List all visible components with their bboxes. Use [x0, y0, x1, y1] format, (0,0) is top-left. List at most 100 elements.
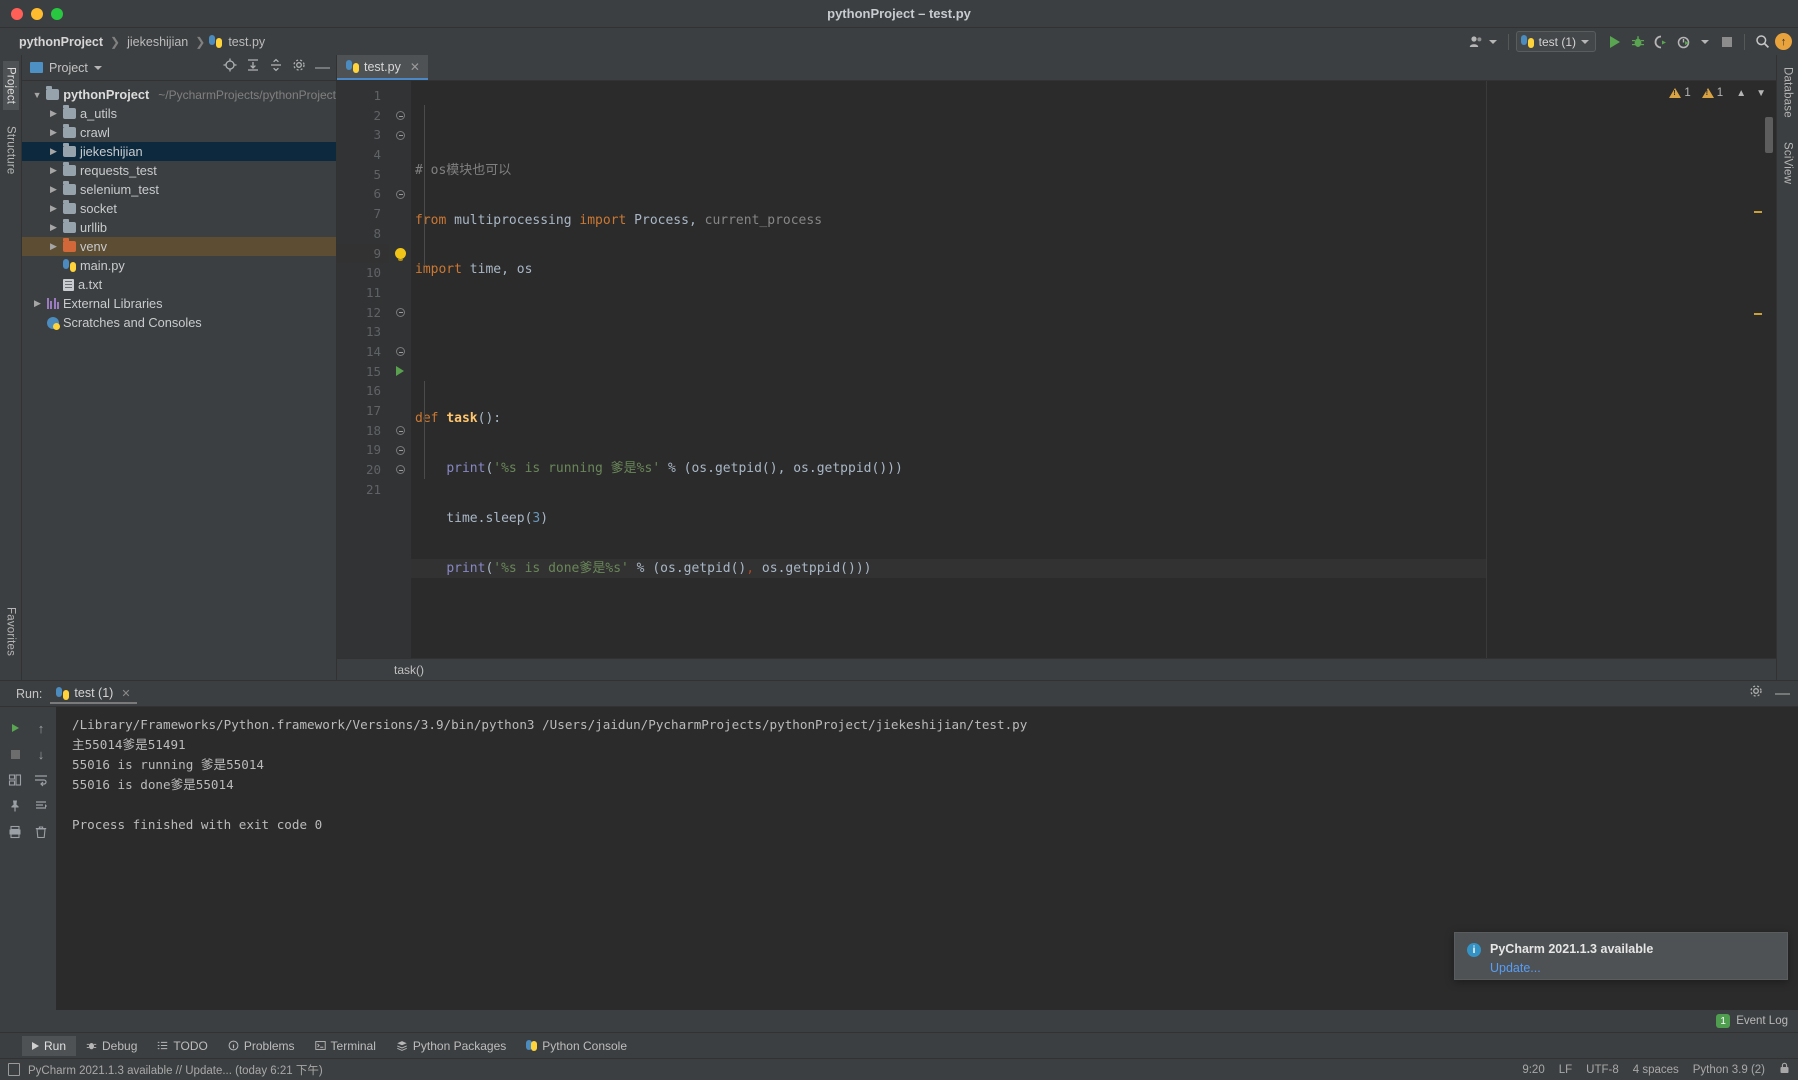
- code-line-9[interactable]: print('%s is done爹是%s' % (os.getpid(), o…: [411, 559, 1486, 579]
- chevron-right-icon[interactable]: ▶: [32, 298, 43, 309]
- user-account-dropdown-icon[interactable]: [1489, 40, 1497, 44]
- inspection-tick[interactable]: [1754, 313, 1762, 315]
- file-encoding[interactable]: UTF-8: [1586, 1064, 1619, 1076]
- status-message[interactable]: PyCharm 2021.1.3 available // Update... …: [28, 1062, 323, 1078]
- soft-wrap-button[interactable]: [28, 767, 54, 793]
- tool-window-python-packages[interactable]: Python Packages: [386, 1036, 516, 1056]
- chevron-right-icon[interactable]: ▶: [48, 184, 59, 195]
- code-line-4[interactable]: [411, 310, 1486, 330]
- code-line-1[interactable]: # os模块也可以: [411, 161, 1486, 181]
- close-window-button[interactable]: [11, 8, 23, 20]
- scroll-down-button[interactable]: ↓: [28, 741, 54, 767]
- expand-all-icon[interactable]: [246, 58, 260, 77]
- profile-dropdown-icon[interactable]: [1701, 40, 1709, 44]
- profile-button[interactable]: [1673, 31, 1694, 52]
- tree-node-main-py[interactable]: main.py: [22, 256, 336, 275]
- sidebar-tab-database[interactable]: Database: [1780, 61, 1796, 124]
- tab-test-py[interactable]: test.py ✕: [337, 55, 428, 80]
- event-log-label[interactable]: Event Log: [1736, 1015, 1788, 1027]
- settings-gear-icon[interactable]: [1749, 684, 1763, 703]
- fold-marker[interactable]: [389, 303, 411, 323]
- tool-window-todo[interactable]: TODO: [147, 1036, 217, 1056]
- notification-update-link[interactable]: Update...: [1490, 961, 1653, 975]
- run-configuration-selector[interactable]: test (1): [1516, 31, 1596, 52]
- sidebar-tab-favorites[interactable]: Favorites: [3, 601, 19, 662]
- settings-gear-icon[interactable]: [292, 58, 306, 77]
- close-run-tab-icon[interactable]: ✕: [121, 687, 130, 700]
- breadcrumb-item-folder[interactable]: jiekeshijian: [124, 34, 191, 50]
- fold-marker[interactable]: [389, 106, 411, 126]
- locate-file-icon[interactable]: [223, 58, 237, 77]
- weak-warning-count[interactable]: 1: [1702, 87, 1723, 99]
- rerun-button[interactable]: [2, 715, 28, 741]
- code-content[interactable]: # os模块也可以 from multiprocessing import Pr…: [411, 81, 1486, 658]
- fold-marker[interactable]: [389, 342, 411, 362]
- chevron-right-icon[interactable]: ▶: [48, 222, 59, 233]
- code-line-5[interactable]: [411, 360, 1486, 380]
- tree-node-scratches[interactable]: Scratches and Consoles: [22, 313, 336, 332]
- pin-tab-button[interactable]: [2, 793, 28, 819]
- sidebar-tab-sciview[interactable]: SciView: [1780, 136, 1796, 190]
- scroll-to-end-button[interactable]: [28, 793, 54, 819]
- scroll-up-button[interactable]: ↑: [28, 715, 54, 741]
- tree-node-crawl[interactable]: ▶ crawl: [22, 123, 336, 142]
- editor-scrollbar-thumb[interactable]: [1765, 117, 1773, 153]
- tool-window-problems[interactable]: Problems: [218, 1036, 305, 1056]
- inspection-next-icon[interactable]: ▼: [1756, 88, 1766, 99]
- tree-node-external-libraries[interactable]: ▶ External Libraries: [22, 294, 336, 313]
- tool-window-run[interactable]: Run: [22, 1036, 76, 1056]
- indent-setting[interactable]: 4 spaces: [1633, 1064, 1679, 1076]
- code-line-3[interactable]: import time, os: [411, 260, 1486, 280]
- chevron-right-icon[interactable]: ▶: [48, 127, 59, 138]
- tree-node-jiekeshijian[interactable]: ▶ jiekeshijian: [22, 142, 336, 161]
- line-separator[interactable]: LF: [1559, 1064, 1572, 1076]
- tree-node-pythonProject[interactable]: ▼ pythonProject ~/PycharmProjects/python…: [22, 85, 336, 104]
- intention-bulb[interactable]: [389, 244, 411, 264]
- stop-button[interactable]: [1716, 31, 1737, 52]
- code-line-2[interactable]: from multiprocessing import Process, cur…: [411, 211, 1486, 231]
- fold-marker[interactable]: [389, 125, 411, 145]
- inspection-prev-icon[interactable]: ▲: [1736, 88, 1746, 99]
- tool-window-terminal[interactable]: Terminal: [305, 1036, 386, 1056]
- debug-button[interactable]: [1627, 31, 1648, 52]
- code-line-7[interactable]: print('%s is running 爹是%s' % (os.getpid(…: [411, 459, 1486, 479]
- caret-position[interactable]: 9:20: [1522, 1064, 1544, 1076]
- tree-node-requests_test[interactable]: ▶ requests_test: [22, 161, 336, 180]
- close-tab-icon[interactable]: ✕: [410, 60, 420, 74]
- chevron-right-icon[interactable]: ▶: [48, 146, 59, 157]
- maximize-window-button[interactable]: [51, 8, 63, 20]
- warning-count[interactable]: 1: [1669, 87, 1690, 99]
- tool-window-debug[interactable]: Debug: [76, 1036, 147, 1056]
- code-line-8[interactable]: time.sleep(3): [411, 509, 1486, 529]
- tree-node-urllib[interactable]: ▶ urllib: [22, 218, 336, 237]
- tool-window-python-console[interactable]: Python Console: [516, 1036, 637, 1056]
- tree-node-socket[interactable]: ▶ socket: [22, 199, 336, 218]
- collapse-all-icon[interactable]: [269, 58, 283, 77]
- hide-panel-icon[interactable]: —: [315, 63, 330, 72]
- sidebar-tab-structure[interactable]: Structure: [3, 120, 19, 180]
- tree-node-venv[interactable]: ▶ venv: [22, 237, 336, 256]
- hide-run-panel-icon[interactable]: —: [1775, 689, 1790, 698]
- code-line-10[interactable]: [411, 608, 1486, 628]
- chevron-down-icon[interactable]: ▼: [32, 90, 42, 100]
- sidebar-tab-project[interactable]: Project: [3, 61, 19, 110]
- breadcrumb-item-project[interactable]: pythonProject: [16, 34, 106, 50]
- code-line-6[interactable]: def task():: [411, 409, 1486, 429]
- print-layout-button[interactable]: [2, 767, 28, 793]
- print-button[interactable]: [2, 819, 28, 845]
- run-tab-test[interactable]: test (1) ✕: [50, 683, 136, 704]
- fold-marker[interactable]: [389, 184, 411, 204]
- run-button[interactable]: [1604, 31, 1625, 52]
- project-view-dropdown-icon[interactable]: [94, 66, 102, 70]
- tree-node-a-txt[interactable]: a.txt: [22, 275, 336, 294]
- tree-node-a_utils[interactable]: ▶ a_utils: [22, 104, 336, 123]
- update-available-button[interactable]: ↑: [1775, 33, 1792, 50]
- python-interpreter[interactable]: Python 3.9 (2): [1693, 1064, 1765, 1076]
- clear-all-button[interactable]: [28, 819, 54, 845]
- chevron-right-icon[interactable]: ▶: [48, 108, 59, 119]
- lock-icon[interactable]: [1779, 1062, 1790, 1077]
- chevron-right-icon[interactable]: ▶: [48, 241, 59, 252]
- project-tree[interactable]: ▼ pythonProject ~/PycharmProjects/python…: [22, 81, 336, 680]
- inspection-tick[interactable]: [1754, 211, 1762, 213]
- fold-marker[interactable]: [389, 421, 411, 441]
